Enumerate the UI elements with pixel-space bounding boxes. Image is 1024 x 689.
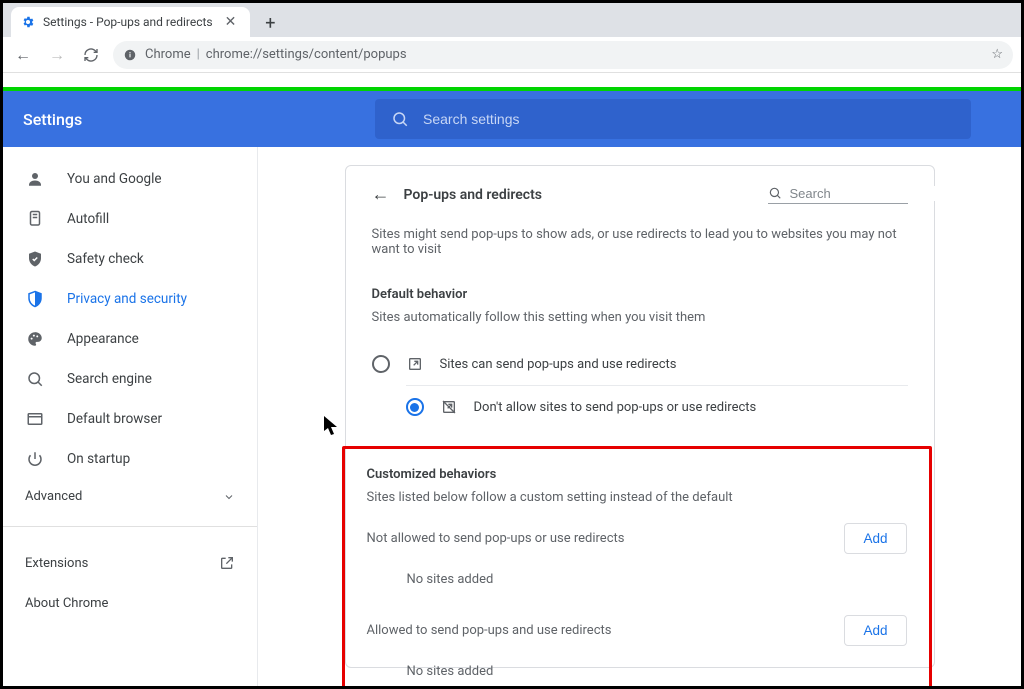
url-text: Chrome | chrome://settings/content/popup… [145,47,407,62]
sidebar: You and Google Autofill Safety check Pri… [3,147,258,686]
shield-icon [25,290,45,308]
settings-header: Settings [3,91,1021,147]
sidebar-item-you-and-google[interactable]: You and Google [3,159,257,199]
sidebar-item-label: Privacy and security [67,291,187,307]
sidebar-item-search-engine[interactable]: Search engine [3,359,257,399]
sidebar-item-extensions[interactable]: Extensions [3,543,257,583]
reload-button[interactable] [79,43,103,67]
autofill-icon [25,210,45,228]
page-title: Pop-ups and redirects [404,187,543,203]
browser-tab-strip: Settings - Pop-ups and redirects ✕ + [3,3,1021,37]
open-in-new-icon [219,555,235,571]
settings-search[interactable] [375,99,971,139]
sidebar-item-label: Extensions [25,556,88,571]
back-button[interactable]: ← [11,41,35,69]
sidebar-item-privacy-security[interactable]: Privacy and security [3,279,257,319]
add-allowed-button[interactable]: Add [844,615,906,646]
palette-icon [25,330,45,348]
popup-block-icon [440,399,458,415]
gear-icon [21,15,35,29]
popup-allow-icon [406,356,424,372]
browser-icon [25,410,45,428]
radio-label: Don't allow sites to send pop-ups or use… [474,400,757,415]
close-tab-icon[interactable]: ✕ [221,14,241,30]
not-allowed-empty: No sites added [367,554,907,601]
person-icon [25,170,45,188]
bookmark-star-icon[interactable]: ☆ [991,47,1003,62]
customized-behaviors-sub: Sites listed below follow a custom setti… [367,490,907,505]
radio-unchecked-icon [372,355,390,373]
allowed-list: Allowed to send pop-ups and use redirect… [367,615,907,686]
sidebar-item-label: About Chrome [25,596,108,611]
settings-card: ← Pop-ups and redirects Sites might send… [345,165,935,668]
allowed-heading: Allowed to send pop-ups and use redirect… [367,623,612,638]
sidebar-advanced-label: Advanced [25,489,82,504]
search-icon [391,110,409,128]
search-icon [768,186,782,200]
settings-title: Settings [23,110,82,129]
back-arrow-button[interactable]: ← [372,184,390,205]
sidebar-item-label: Autofill [67,211,109,227]
not-allowed-heading: Not allowed to send pop-ups or use redir… [367,531,625,546]
inline-search[interactable] [768,186,908,204]
sidebar-item-safety-check[interactable]: Safety check [3,239,257,279]
default-behavior-heading: Default behavior [372,287,908,302]
forward-button[interactable]: → [45,41,69,69]
url-bar[interactable]: Chrome | chrome://settings/content/popup… [113,41,1013,69]
sidebar-divider [3,526,257,527]
power-icon [25,450,45,468]
sidebar-item-autofill[interactable]: Autofill [3,199,257,239]
not-allowed-list: Not allowed to send pop-ups or use redir… [367,523,907,601]
settings-search-input[interactable] [423,111,955,127]
inline-search-input[interactable] [790,186,966,201]
customized-behaviors-heading: Customized behaviors [367,467,907,482]
page-description: Sites might send pop-ups to show ads, or… [372,227,908,257]
browser-toolbar: ← → Chrome | chrome://settings/content/p… [3,37,1021,73]
new-tab-button[interactable]: + [256,9,284,37]
sidebar-advanced-toggle[interactable]: Advanced [3,479,257,514]
sidebar-item-about-chrome[interactable]: About Chrome [3,583,257,623]
allowed-empty: No sites added [367,646,907,686]
radio-checked-icon [406,398,424,416]
chevron-down-icon [223,491,235,503]
sidebar-item-on-startup[interactable]: On startup [3,439,257,479]
default-behavior-sub: Sites automatically follow this setting … [372,310,908,325]
radio-option-block[interactable]: Don't allow sites to send pop-ups or use… [406,385,908,428]
sidebar-item-default-browser[interactable]: Default browser [3,399,257,439]
sidebar-item-appearance[interactable]: Appearance [3,319,257,359]
customized-behaviors-highlight: Customized behaviors Sites listed below … [342,446,932,686]
add-not-allowed-button[interactable]: Add [844,523,906,554]
url-origin: Chrome [145,47,191,62]
radio-label: Sites can send pop-ups and use redirects [440,357,677,372]
sidebar-item-label: You and Google [67,171,162,187]
radio-option-allow[interactable]: Sites can send pop-ups and use redirects [372,343,908,385]
sidebar-item-label: On startup [67,451,130,467]
sidebar-item-label: Default browser [67,411,162,427]
sidebar-item-label: Safety check [67,251,144,267]
sidebar-item-label: Search engine [67,371,152,387]
site-info-icon[interactable] [123,48,137,62]
search-icon [25,370,45,388]
tab-title: Settings - Pop-ups and redirects [43,15,213,29]
sidebar-item-label: Appearance [67,331,139,347]
shield-check-icon [25,250,45,268]
browser-tab[interactable]: Settings - Pop-ups and redirects ✕ [11,7,250,37]
url-path: chrome://settings/content/popups [206,47,407,62]
